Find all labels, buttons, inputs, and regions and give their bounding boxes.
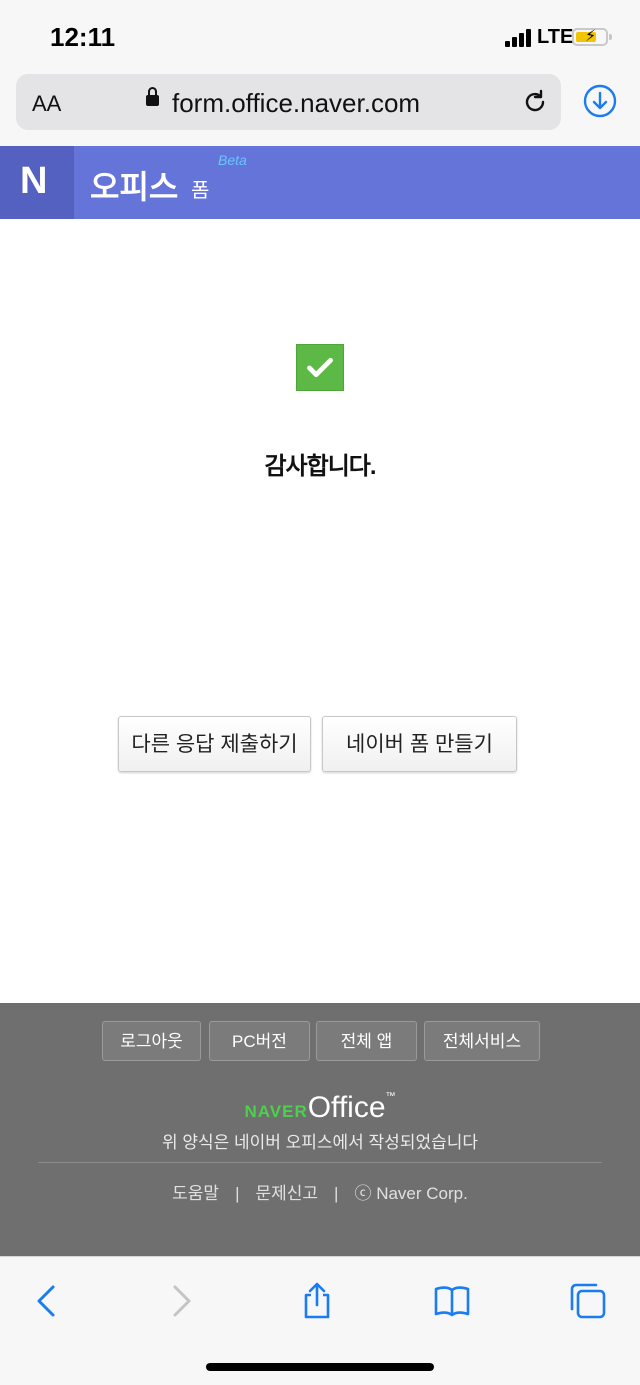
naver-office-logo: NAVEROffice™ — [0, 1091, 640, 1125]
home-indicator[interactable] — [206, 1363, 434, 1371]
copyright-text: ⓒ Naver Corp. — [354, 1184, 468, 1203]
all-services-button[interactable]: 전체서비스 — [424, 1021, 540, 1061]
link-separator: | — [334, 1184, 339, 1203]
all-apps-button[interactable]: 전체 앱 — [316, 1021, 417, 1061]
brand-trademark: ™ — [385, 1091, 396, 1102]
header-subtitle: 폼 — [191, 180, 210, 202]
action-buttons: 다른 응답 제출하기 네이버 폼 만들기 — [0, 716, 640, 774]
report-link[interactable]: 문제신고 — [255, 1184, 318, 1203]
beta-badge: Beta — [218, 152, 247, 168]
browser-address-bar: AA form.office.naver.com — [0, 72, 640, 147]
create-naver-form-button[interactable]: 네이버 폼 만들기 — [322, 716, 517, 772]
naver-logo-letter: N — [20, 160, 48, 202]
footer-description: 위 양식은 네이버 오피스에서 작성되었습니다 — [161, 1133, 479, 1152]
brand-office: Office — [307, 1091, 386, 1124]
share-icon[interactable] — [297, 1281, 337, 1321]
tabs-icon[interactable] — [568, 1281, 608, 1321]
logout-button[interactable]: 로그아웃 — [102, 1021, 201, 1061]
reload-icon[interactable] — [521, 88, 549, 116]
header-title[interactable]: 오피스 — [90, 162, 178, 208]
status-bar: 12:11 LTE ⚡ — [0, 0, 640, 72]
cellular-signal-icon — [505, 29, 535, 47]
text-size-label: AA — [32, 91, 62, 116]
link-separator: | — [235, 1184, 240, 1203]
forward-icon[interactable] — [160, 1281, 200, 1321]
naver-logo[interactable]: N — [0, 146, 74, 219]
thank-you-heading: 감사합니다. — [264, 453, 376, 480]
carrier-label: LTE — [537, 26, 574, 48]
office-header: N 오피스 폼 Beta — [0, 146, 640, 219]
url-text[interactable]: form.office.naver.com — [172, 88, 420, 119]
download-icon[interactable] — [583, 84, 617, 118]
submit-another-response-button[interactable]: 다른 응답 제출하기 — [118, 716, 311, 772]
brand-naver: NAVER — [244, 1102, 308, 1121]
footer: 로그아웃 PC버전 전체 앱 전체서비스 NAVEROffice™ 위 양식은 … — [0, 1003, 640, 1256]
back-icon[interactable] — [28, 1281, 68, 1321]
pc-version-button[interactable]: PC버전 — [209, 1021, 310, 1061]
checkmark-icon — [296, 344, 344, 391]
bookmarks-icon[interactable] — [432, 1281, 472, 1321]
status-time: 12:11 — [50, 22, 116, 52]
battery-icon: ⚡ — [572, 28, 612, 46]
footer-divider — [38, 1162, 602, 1163]
lock-icon — [146, 87, 159, 106]
text-size-button[interactable]: AA — [32, 91, 61, 117]
url-field[interactable]: AA form.office.naver.com — [16, 74, 561, 130]
footer-links: 도움말 | 문제신고 | ⓒ Naver Corp. — [0, 1179, 640, 1204]
help-link[interactable]: 도움말 — [172, 1184, 219, 1203]
